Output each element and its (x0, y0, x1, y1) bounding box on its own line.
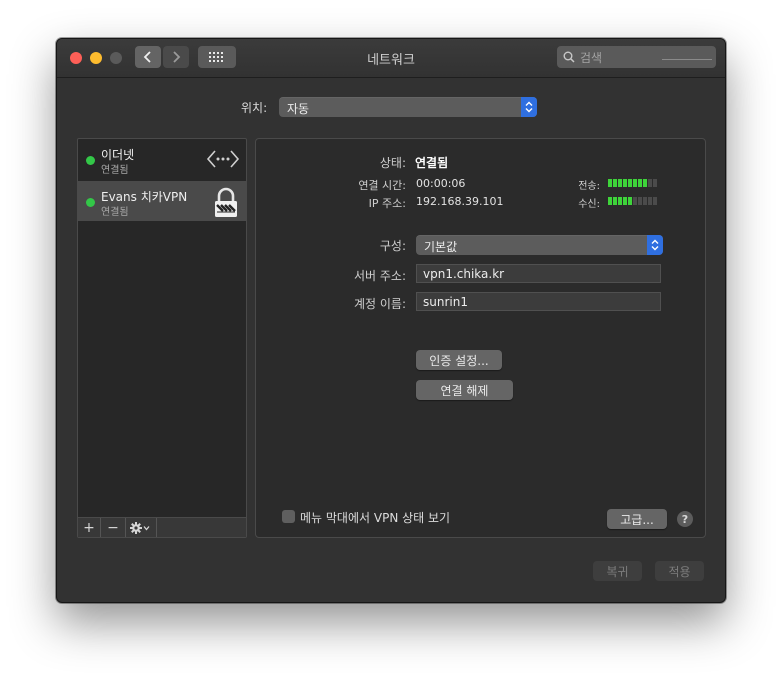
show-vpn-status-label: 메뉴 막대에서 VPN 상태 보기 (300, 511, 451, 525)
location-popup[interactable]: 자동 (279, 97, 537, 117)
add-service-button[interactable]: + (78, 518, 101, 537)
service-list: 이더넷 연결됨 Evans 치카VPN 연결됨 + − (77, 138, 247, 538)
meter-segment (613, 197, 617, 205)
ip-address-label: IP 주소: (368, 197, 406, 210)
location-value: 자동 (287, 102, 310, 116)
popup-arrows-icon (647, 235, 663, 255)
meter-segment (613, 179, 617, 187)
help-button[interactable]: ? (677, 511, 693, 527)
remove-service-button[interactable]: − (101, 518, 126, 537)
search-underline (662, 59, 712, 60)
gear-icon (130, 522, 150, 534)
meter-segment (618, 197, 622, 205)
service-status: 연결됨 (101, 207, 129, 218)
meter-segment (623, 179, 627, 187)
connected-status-dot (86, 198, 95, 207)
ethernet-arrows-icon (206, 150, 240, 168)
meter-segment (623, 197, 627, 205)
transmit-label: 전송: (578, 181, 600, 192)
meter-segment (638, 179, 642, 187)
vpn-lock-icon (215, 187, 237, 217)
search-field[interactable]: 검색 (557, 46, 716, 68)
apply-button[interactable]: 적용 (655, 561, 704, 581)
search-placeholder: 검색 (580, 51, 603, 65)
disconnect-button[interactable]: 연결 해제 (416, 380, 513, 400)
connect-time-label: 연결 시간: (358, 179, 406, 192)
location-label: 위치: (241, 101, 268, 115)
server-address-label: 서버 주소: (353, 269, 406, 283)
title-bar: 네트워크 검색 (57, 39, 725, 78)
configuration-popup[interactable]: 기본값 (416, 235, 663, 255)
meter-segment (618, 179, 622, 187)
meter-segment (648, 179, 652, 187)
configuration-value: 기본값 (424, 240, 458, 254)
service-item-vpn[interactable]: Evans 치카VPN 연결됨 (78, 181, 246, 221)
server-address-field[interactable]: vpn1.chika.kr (416, 264, 661, 283)
meter-segment (628, 197, 632, 205)
connect-time-value: 00:00:06 (416, 177, 466, 190)
meter-segment (653, 197, 657, 205)
meter-segment (628, 179, 632, 187)
receive-label: 수신: (578, 199, 600, 210)
status-label: 상태: (379, 156, 406, 170)
transmit-meter (608, 179, 657, 187)
meter-segment (608, 197, 612, 205)
meter-segment (643, 197, 647, 205)
search-icon (563, 51, 575, 63)
account-name-label: 계정 이름: (353, 297, 406, 311)
meter-segment (633, 197, 637, 205)
configuration-label: 구성: (379, 239, 406, 253)
meter-segment (643, 179, 647, 187)
service-item-ethernet[interactable]: 이더넷 연결됨 (78, 139, 246, 179)
meter-segment (653, 179, 657, 187)
service-list-toolbar: + − (78, 517, 246, 537)
service-status: 연결됨 (101, 165, 129, 176)
show-vpn-status-checkbox[interactable] (282, 510, 295, 523)
vpn-detail-panel: 상태: 연결됨 연결 시간: 00:00:06 IP 주소: 192.168.3… (255, 138, 706, 538)
connected-status-dot (86, 156, 95, 165)
chevron-down-icon (143, 526, 150, 531)
meter-segment (648, 197, 652, 205)
ip-address-value: 192.168.39.101 (416, 195, 504, 208)
account-name-field[interactable]: sunrin1 (416, 292, 661, 311)
action-menu-button[interactable] (126, 518, 157, 537)
network-preferences-window: 네트워크 검색 위치: 자동 이더넷 연결됨 Evans 치카VPN 연결됨 +… (56, 38, 726, 603)
authentication-settings-button[interactable]: 인증 설정... (416, 350, 502, 370)
advanced-button[interactable]: 고급... (607, 509, 667, 529)
revert-button[interactable]: 복귀 (593, 561, 642, 581)
status-value: 연결됨 (415, 156, 449, 170)
popup-arrows-icon (521, 97, 537, 117)
meter-segment (608, 179, 612, 187)
meter-segment (638, 197, 642, 205)
meter-segment (633, 179, 637, 187)
receive-meter (608, 197, 657, 205)
